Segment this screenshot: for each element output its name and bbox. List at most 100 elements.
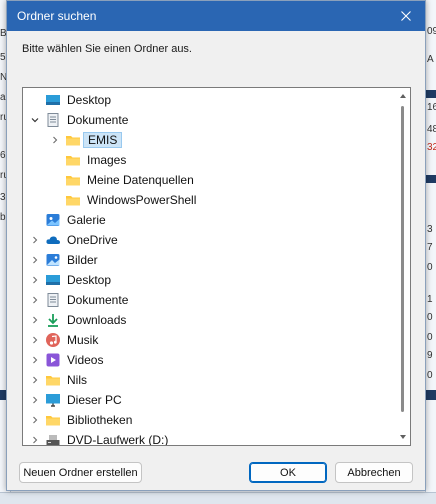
- folder-icon: [65, 132, 81, 148]
- chevron-down-icon[interactable]: [29, 110, 41, 130]
- tree-item-desktop[interactable]: Desktop: [29, 90, 111, 110]
- tree-item-label: Meine Datenquellen: [87, 173, 194, 187]
- folder-tree[interactable]: Desktop Dokumente EMIS Images Meine Datenque…: [22, 87, 411, 446]
- close-button[interactable]: [387, 1, 425, 31]
- chevron-right-icon[interactable]: [49, 130, 61, 150]
- scroll-thumb[interactable]: [401, 106, 404, 412]
- tree-item-label: Desktop: [67, 273, 112, 287]
- tree-item-label: Videos: [67, 353, 104, 367]
- video-icon: [45, 352, 61, 368]
- tree-item-meine-datenquellen[interactable]: Meine Datenquellen: [49, 170, 194, 190]
- background-text: 0: [427, 262, 433, 273]
- tree-item-label: DVD-Laufwerk (D:): [67, 433, 169, 446]
- title-bar[interactable]: Ordner suchen: [7, 1, 425, 31]
- tree-item-label: Downloads: [67, 313, 127, 327]
- background-text: 0: [427, 332, 433, 343]
- tree-item-nils[interactable]: Nils: [29, 370, 87, 390]
- tree-scrollbar[interactable]: [396, 88, 410, 445]
- tree-item-bibliotheken[interactable]: Bibliotheken: [29, 410, 132, 430]
- document-icon: [45, 112, 61, 128]
- background-text: 6: [0, 150, 6, 161]
- chevron-right-icon[interactable]: [29, 370, 41, 390]
- folder-browse-dialog: Ordner suchen Bitte wählen Sie einen Ord…: [6, 0, 426, 491]
- tree-item-label: Bilder: [67, 253, 98, 267]
- chevron-right-icon[interactable]: [29, 410, 41, 430]
- tree-item-label: Desktop: [67, 93, 112, 107]
- tree-item-label: Images: [87, 153, 127, 167]
- background-text: 3: [427, 224, 433, 235]
- tree-item-label: WindowsPowerShell: [87, 193, 197, 207]
- dvd-drive-icon: [45, 432, 61, 445]
- background-strip: [426, 390, 436, 400]
- scroll-up-icon[interactable]: [399, 92, 407, 100]
- close-icon: [401, 11, 411, 21]
- tree-item-label: Dokumente: [67, 293, 129, 307]
- folder-icon: [65, 172, 81, 188]
- tree-item-bilder[interactable]: Bilder: [29, 250, 98, 270]
- tree-item-dieser-pc[interactable]: Dieser PC: [29, 390, 122, 410]
- cancel-button[interactable]: Abbrechen: [335, 462, 413, 483]
- chevron-right-icon[interactable]: [29, 330, 41, 350]
- download-icon: [45, 312, 61, 328]
- background-text: 16: [427, 102, 436, 113]
- background-text: 32: [427, 142, 436, 153]
- computer-icon: [45, 392, 61, 408]
- tree-item-emis[interactable]: EMIS: [49, 130, 123, 150]
- chevron-right-icon[interactable]: [29, 270, 41, 290]
- folder-icon: [65, 192, 81, 208]
- background-text: 09: [427, 26, 436, 37]
- chevron-right-icon[interactable]: [29, 390, 41, 410]
- tree-item-label: Dokumente: [67, 113, 129, 127]
- chevron-right-icon[interactable]: [29, 250, 41, 270]
- background-text: 9: [427, 350, 433, 361]
- tree-item-label: EMIS: [83, 132, 123, 148]
- background-text: 3: [0, 192, 6, 203]
- chevron-right-icon[interactable]: [29, 230, 41, 250]
- chevron-right-icon[interactable]: [29, 310, 41, 330]
- tree-item-label: Bibliotheken: [67, 413, 133, 427]
- chevron-right-icon[interactable]: [29, 350, 41, 370]
- pictures-icon: [45, 252, 61, 268]
- tree-item-label: Musik: [67, 333, 99, 347]
- desktop-icon: [45, 272, 61, 288]
- gallery-icon: [45, 212, 61, 228]
- new-folder-button[interactable]: Neuen Ordner erstellen: [19, 462, 142, 483]
- background-text: 1: [427, 294, 433, 305]
- tree-item-dokumente[interactable]: Dokumente: [29, 290, 128, 310]
- background-text: A: [427, 54, 434, 65]
- chevron-right-icon[interactable]: [29, 430, 41, 445]
- background-text: 0: [427, 312, 433, 323]
- background-text: 7: [427, 242, 433, 253]
- background-strip: [426, 175, 436, 183]
- tree-item-musik[interactable]: Musik: [29, 330, 98, 350]
- tree-item-label: Galerie: [67, 213, 106, 227]
- cloud-icon: [45, 232, 61, 248]
- tree-item-label: Nils: [67, 373, 87, 387]
- background-text: a: [0, 92, 6, 103]
- document-icon: [45, 292, 61, 308]
- background-window-bottom: [0, 492, 436, 504]
- chevron-right-icon[interactable]: [29, 290, 41, 310]
- desktop-icon: [45, 92, 61, 108]
- tree-item-downloads[interactable]: Downloads: [29, 310, 126, 330]
- tree-item-dokumente[interactable]: Dokumente: [29, 110, 128, 130]
- tree-item-label: Dieser PC: [67, 393, 122, 407]
- tree-item-onedrive[interactable]: OneDrive: [29, 230, 118, 250]
- tree-item-videos[interactable]: Videos: [29, 350, 103, 370]
- background-strip: [426, 90, 436, 98]
- tree-item-dvd-laufwerk-d[interactable]: DVD-Laufwerk (D:): [29, 430, 169, 446]
- background-text: 0: [427, 370, 433, 381]
- folder-icon: [45, 412, 61, 428]
- tree-item-label: OneDrive: [67, 233, 118, 247]
- scroll-down-icon[interactable]: [399, 433, 407, 441]
- tree-item-windowspowershell[interactable]: WindowsPowerShell: [49, 190, 196, 210]
- folder-icon: [65, 152, 81, 168]
- ok-button[interactable]: OK: [249, 462, 327, 483]
- tree-item-images[interactable]: Images: [49, 150, 126, 170]
- tree-item-desktop[interactable]: Desktop: [29, 270, 111, 290]
- tree-item-galerie[interactable]: Galerie: [29, 210, 106, 230]
